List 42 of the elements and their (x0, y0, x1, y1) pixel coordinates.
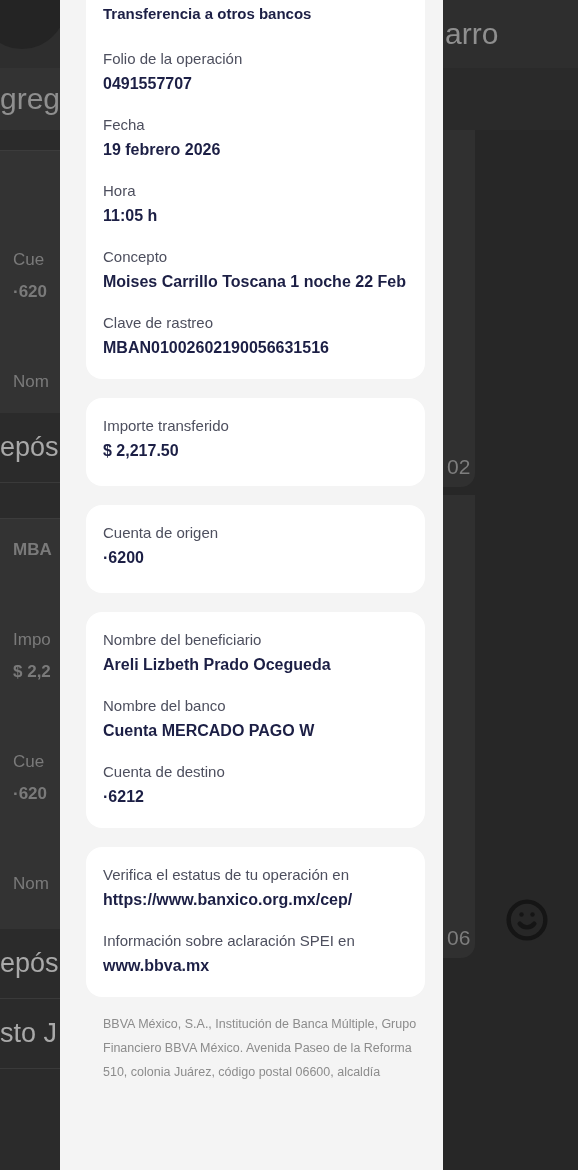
field-value: Areli Lizbeth Prado Ocegueda (103, 655, 332, 675)
field-label: Cuenta de destino (103, 762, 226, 782)
message-text: ·620 (13, 281, 49, 303)
field-value: $ 2,217.50 (103, 441, 180, 461)
field-label: Verifica el estatus de tu operación en (103, 865, 350, 885)
message-text: MBA (13, 539, 53, 561)
message-text: Impo (13, 629, 52, 651)
message-text: epós (0, 432, 59, 463)
message-time: 06 (447, 926, 471, 950)
message-text: epós (0, 948, 59, 979)
message-text: Nom (13, 371, 50, 393)
field-label: Información sobre aclaración SPEI en (103, 931, 356, 951)
field-value: Cuenta MERCADO PAGO W (103, 721, 316, 741)
field-value: 11:05 h (103, 206, 159, 226)
field-value: 0491557707 (103, 74, 193, 94)
field-value: www.bbva.mx (103, 956, 211, 976)
field-value: https://www.banxico.org.mx/cep/ (103, 890, 354, 910)
field-label: Importe transferido (103, 416, 230, 436)
message-text: ·620 (13, 783, 49, 805)
field-label: Folio de la operación (103, 49, 244, 69)
field-label: Concepto (103, 247, 169, 267)
message-text: Nom (13, 873, 50, 895)
field-label: Cuenta de origen (103, 523, 220, 543)
operation-title: Transferencia a otros bancos (103, 4, 313, 24)
field-label: Hora (103, 181, 137, 201)
field-label: Nombre del banco (103, 696, 227, 716)
field-label: Nombre del beneficiario (103, 630, 263, 650)
message-text: Cue (13, 249, 46, 271)
message-text: $ 2,2 (13, 661, 52, 683)
field-label: Fecha (103, 115, 146, 135)
chat-title: arro (445, 17, 499, 51)
field-value: ·6200 (103, 548, 145, 568)
message-time: 02 (447, 455, 471, 479)
field-value: ·6212 (103, 787, 145, 807)
legal-text: BBVA México, S.A., Institución de Banca Múltiple, Grupo Financiero BBVA México. Avenida Paseo de la Reforma 510, colonia Juárez, código postal 06600, alcaldía (102, 1016, 418, 1081)
message-input-text: greg (0, 82, 60, 116)
field-value: 19 febrero 2026 (103, 140, 222, 160)
field-label: Clave de rastreo (103, 313, 215, 333)
message-text: sto J (0, 1018, 58, 1049)
message-text: Cue (13, 751, 46, 773)
field-value: Moises Carrillo Toscana 1 noche 22 Feb (103, 272, 407, 292)
field-value: MBAN01002602190056631516 (103, 338, 330, 358)
